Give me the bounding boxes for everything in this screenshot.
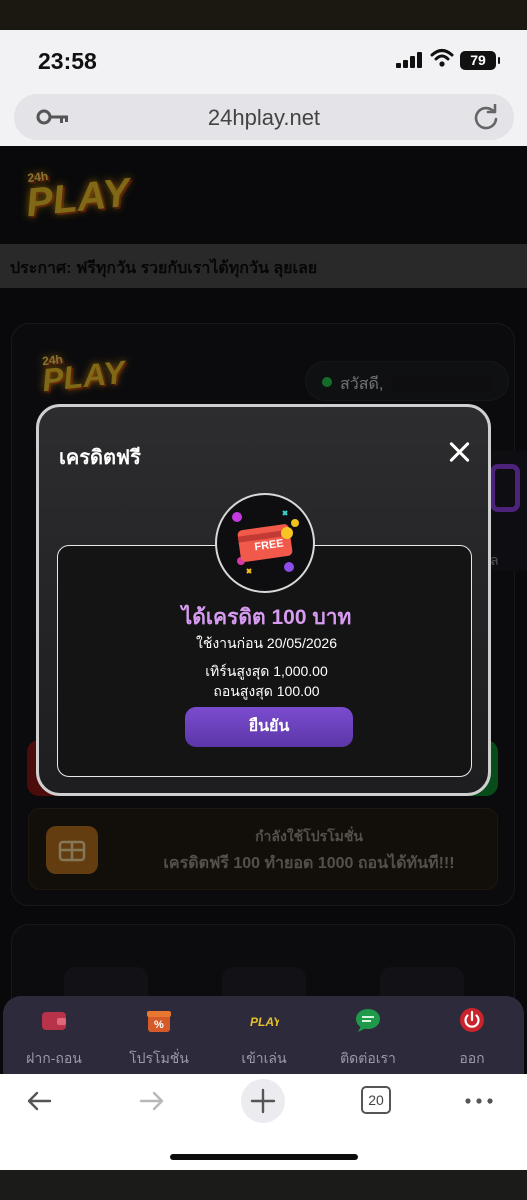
gift-percent-icon: % bbox=[147, 1011, 171, 1032]
nav-label: เข้าเล่น bbox=[241, 1050, 287, 1066]
modal-title: เครดิตฟรี bbox=[59, 447, 141, 469]
device-bottom-edge bbox=[0, 1170, 527, 1200]
url-text[interactable]: 24hplay.net bbox=[14, 105, 514, 131]
nav-label: ติดต่อเรา bbox=[340, 1050, 396, 1066]
more-options-icon[interactable] bbox=[464, 1096, 494, 1106]
browser-toolbar: 20 bbox=[0, 1074, 527, 1170]
status-bar: 23:58 79 bbox=[0, 30, 527, 90]
device-top-edge bbox=[0, 0, 527, 30]
free-credit-modal: เครดิตฟรี FREE ได้เครดิต 100 บาท ใช้งานก… bbox=[36, 404, 491, 796]
chat-icon bbox=[356, 1009, 380, 1032]
close-icon[interactable] bbox=[449, 441, 471, 463]
browser-address-area: 24hplay.net bbox=[0, 90, 527, 146]
address-bar[interactable]: 24hplay.net bbox=[14, 94, 514, 140]
nav-label: โปรโมชั่น bbox=[129, 1050, 189, 1066]
tabs-count-button[interactable]: 20 bbox=[361, 1086, 391, 1114]
new-tab-plus-icon[interactable] bbox=[240, 1078, 286, 1124]
svg-text:%: % bbox=[154, 1019, 164, 1031]
reload-icon[interactable] bbox=[472, 104, 500, 132]
nav-promotion[interactable]: % โปรโมชั่น bbox=[114, 1006, 204, 1070]
svg-text:PLAY: PLAY bbox=[250, 1015, 279, 1029]
back-arrow-icon[interactable] bbox=[24, 1086, 54, 1116]
bonus-amount-title: ได้เครดิต 100 บาท bbox=[181, 606, 352, 629]
site-bottom-nav: ฝาก-ถอน % โปรโมชั่น PLAY เข้าเล่น ติดต่อ… bbox=[3, 996, 524, 1074]
nav-deposit-withdraw[interactable]: ฝาก-ถอน bbox=[9, 1006, 99, 1070]
nav-logout[interactable]: ออก bbox=[427, 1006, 517, 1070]
play-logo-icon: PLAY bbox=[250, 1015, 279, 1029]
max-turnover-text: เทิร์นสูงสุด 1,000.00 bbox=[205, 663, 328, 679]
nav-play[interactable]: PLAY เข้าเล่น bbox=[219, 1006, 309, 1070]
nav-label: ออก bbox=[459, 1050, 485, 1066]
cellular-signal-icon bbox=[396, 52, 424, 68]
wifi-icon bbox=[430, 49, 454, 67]
home-indicator bbox=[170, 1154, 358, 1160]
forward-arrow-icon[interactable] bbox=[137, 1086, 167, 1116]
battery-indicator: 79 bbox=[460, 51, 500, 70]
expiry-text: ใช้งานก่อน 20/05/2026 bbox=[195, 635, 338, 651]
wallet-icon bbox=[42, 1012, 66, 1030]
confirm-button[interactable]: ยืนยัน bbox=[185, 707, 353, 747]
status-time: 23:58 bbox=[38, 48, 97, 74]
max-withdraw-text: ถอนสูงสุด 100.00 bbox=[213, 683, 320, 699]
nav-contact[interactable]: ติดต่อเรา bbox=[323, 1006, 413, 1070]
nav-label: ฝาก-ถอน bbox=[26, 1050, 82, 1066]
power-icon bbox=[460, 1008, 484, 1032]
free-credit-badge-icon: FREE bbox=[215, 493, 315, 593]
